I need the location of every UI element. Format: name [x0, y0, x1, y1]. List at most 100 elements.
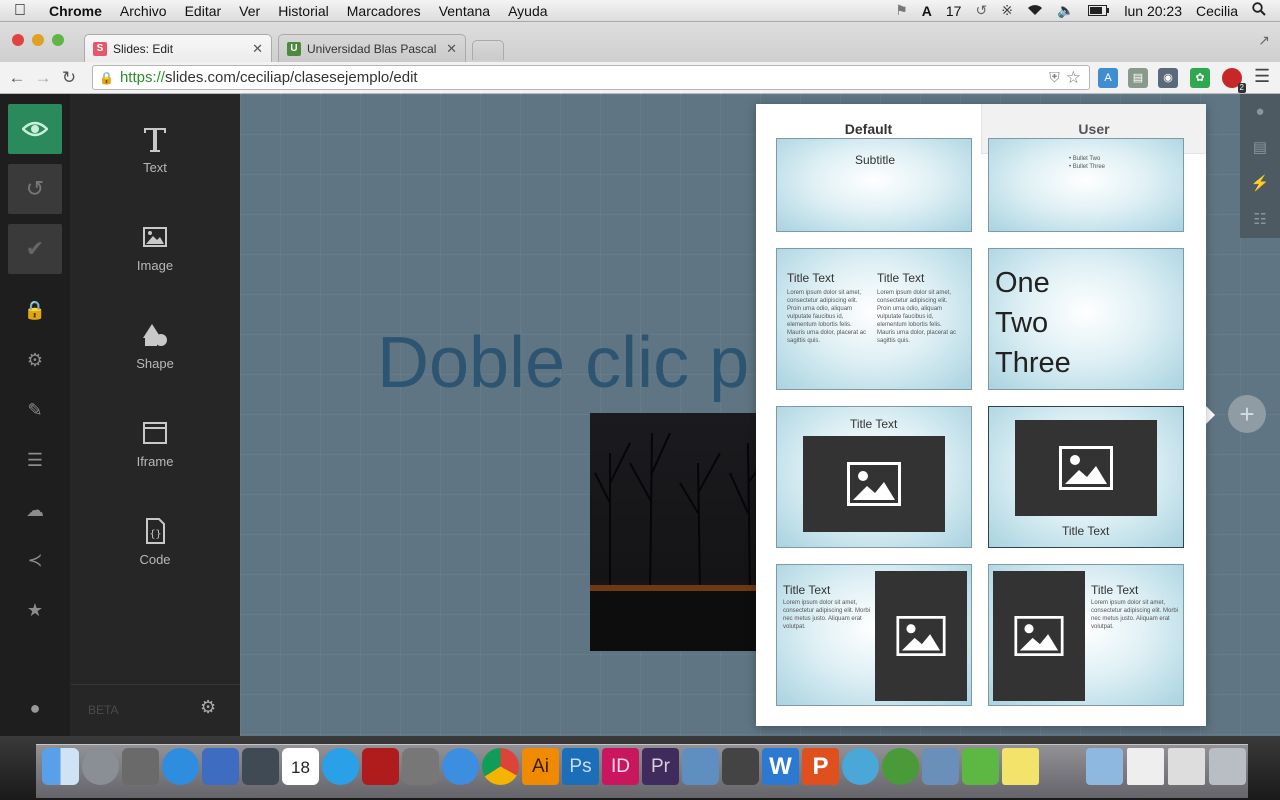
itunes-icon[interactable] — [322, 748, 359, 785]
powerpoint-icon[interactable]: P — [802, 748, 839, 785]
indesign-icon[interactable]: ID — [602, 748, 639, 785]
chrome-icon[interactable] — [482, 748, 519, 785]
user-name[interactable]: Cecilia — [1196, 3, 1238, 19]
template-image-left-text[interactable]: Title Text Lorem ipsum dolor sit amet, c… — [988, 564, 1184, 706]
template-two-columns[interactable]: Title Text Lorem ipsum dolor sit amet, c… — [776, 248, 972, 390]
layers-icon[interactable]: ☰ — [0, 450, 70, 471]
fullscreen-icon[interactable]: ↗ — [1258, 32, 1270, 49]
chrome-menu-icon[interactable]: ☰ — [1254, 66, 1270, 87]
star-icon[interactable]: ★ — [0, 600, 70, 621]
menu-archivo[interactable]: Archivo — [111, 3, 176, 19]
time-machine-icon[interactable]: ↺ — [975, 2, 987, 19]
word-icon[interactable]: W — [762, 748, 799, 785]
launchpad-icon[interactable] — [82, 748, 119, 785]
bluetooth-icon[interactable]: ※ — [1001, 2, 1013, 19]
settings-gear-icon[interactable]: ⚙ — [0, 350, 70, 371]
window-thumb-icon[interactable] — [1168, 748, 1205, 785]
spotlight-icon[interactable] — [1252, 2, 1266, 19]
adobe-icon[interactable]: A — [922, 3, 932, 19]
wifi-icon[interactable] — [1027, 3, 1043, 19]
finder-icon[interactable] — [42, 748, 79, 785]
shield-icon[interactable]: ⛨ — [1049, 69, 1060, 86]
close-tab-icon[interactable]: ✕ — [446, 41, 457, 57]
tool-text[interactable]: Text — [70, 124, 240, 175]
camera-ext-icon[interactable]: ◉ — [1158, 68, 1178, 88]
adblock-ext-icon[interactable]: 2 — [1222, 68, 1246, 93]
menu-marcadores[interactable]: Marcadores — [338, 3, 430, 19]
template-bullets[interactable]: • Bullet Two • Bullet Three — [988, 138, 1184, 232]
zoom-window-icon[interactable] — [52, 34, 64, 46]
trash-icon[interactable] — [1209, 748, 1246, 785]
calendar-icon[interactable]: 18 — [282, 748, 319, 785]
facetime-icon[interactable] — [242, 748, 279, 785]
lock-icon[interactable]: 🔒 — [0, 300, 70, 321]
save-check-button[interactable]: ✔ — [8, 224, 62, 274]
new-tab-button[interactable] — [472, 40, 504, 60]
imovie-icon[interactable] — [722, 748, 759, 785]
menu-historial[interactable]: Historial — [269, 3, 338, 19]
document-icon[interactable] — [1127, 748, 1164, 785]
menu-app-name[interactable]: Chrome — [40, 3, 111, 19]
battery-icon[interactable] — [1088, 3, 1110, 19]
app-icon[interactable] — [922, 748, 959, 785]
tool-iframe[interactable]: Iframe — [70, 418, 240, 469]
slide-title[interactable]: Doble clic p — [377, 322, 749, 404]
book-icon[interactable]: ☷ — [1240, 202, 1280, 238]
app-store-icon[interactable] — [162, 748, 199, 785]
sliders-icon[interactable]: ⚙ — [200, 697, 216, 718]
drop-icon[interactable]: ● — [1240, 94, 1280, 130]
evernote-ext-icon[interactable]: ✿ — [1190, 68, 1210, 88]
template-title-subtitle[interactable]: Subtitle — [776, 138, 972, 232]
clock[interactable]: lun 20:23 — [1124, 3, 1182, 19]
photoshop-icon[interactable]: Ps — [562, 748, 599, 785]
translate-ext-icon[interactable]: A — [1098, 68, 1118, 88]
menu-editar[interactable]: Editar — [176, 3, 231, 19]
address-bar[interactable]: 🔒 https://slides.com/ceciliap/clasesejem… — [92, 65, 1090, 90]
back-icon[interactable]: ← — [4, 68, 30, 88]
preview-icon[interactable] — [202, 748, 239, 785]
messenger-icon[interactable] — [842, 748, 879, 785]
template-image-title[interactable]: Title Text — [988, 406, 1184, 548]
volume-icon[interactable]: 🔈 — [1057, 2, 1074, 19]
tab-slides[interactable]: S Slides: Edit ✕ — [84, 34, 272, 62]
apple-icon[interactable]:  — [0, 2, 40, 20]
close-tab-icon[interactable]: ✕ — [252, 41, 263, 57]
cloud-upload-icon[interactable]: ☁ — [0, 500, 70, 521]
stickies-icon[interactable] — [1002, 748, 1039, 785]
brush-icon[interactable]: ✎ — [0, 400, 70, 421]
minimize-window-icon[interactable] — [32, 34, 44, 46]
chart-icon[interactable]: ▤ — [1240, 130, 1280, 166]
share-icon[interactable]: ≺ — [0, 550, 70, 571]
template-text-image-right[interactable]: Title Text Lorem ipsum dolor sit amet, c… — [776, 564, 972, 706]
menu-ayuda[interactable]: Ayuda — [499, 3, 556, 19]
close-window-icon[interactable] — [12, 34, 24, 46]
illustrator-icon[interactable]: Ai — [522, 748, 559, 785]
flash-icon[interactable]: ⚡ — [1240, 166, 1280, 202]
menu-ventana[interactable]: Ventana — [430, 3, 499, 19]
menu-ver[interactable]: Ver — [230, 3, 269, 19]
evernote-icon[interactable] — [962, 748, 999, 785]
preview-eye-button[interactable] — [8, 104, 62, 154]
app-icon[interactable] — [682, 748, 719, 785]
tool-shape[interactable]: Shape — [70, 320, 240, 371]
globe-icon[interactable] — [882, 748, 919, 785]
undo-button[interactable]: ↺ — [8, 164, 62, 214]
app-icon[interactable] — [122, 748, 159, 785]
template-title-image[interactable]: Title Text — [776, 406, 972, 548]
notification-icon[interactable]: ⚑ — [895, 2, 908, 19]
system-preferences-icon[interactable] — [402, 748, 439, 785]
user-profile-icon[interactable]: ● — [0, 698, 70, 719]
folder-icon[interactable] — [1086, 748, 1123, 785]
tool-image[interactable]: Image — [70, 222, 240, 273]
add-slide-button[interactable]: + — [1228, 395, 1266, 433]
reader-ext-icon[interactable]: ▤ — [1128, 68, 1148, 88]
premiere-icon[interactable]: Pr — [642, 748, 679, 785]
safari-icon[interactable] — [442, 748, 479, 785]
tab-universidad[interactable]: U Universidad Blas Pascal - ( ✕ — [278, 34, 466, 62]
photobooth-icon[interactable] — [362, 748, 399, 785]
tool-code[interactable]: {} Code — [70, 516, 240, 567]
reload-icon[interactable]: ↻ — [56, 68, 82, 88]
forward-icon[interactable]: → — [30, 68, 56, 88]
bookmark-star-icon[interactable]: ☆ — [1066, 68, 1081, 88]
template-big-list[interactable]: One Two Three — [988, 248, 1184, 390]
